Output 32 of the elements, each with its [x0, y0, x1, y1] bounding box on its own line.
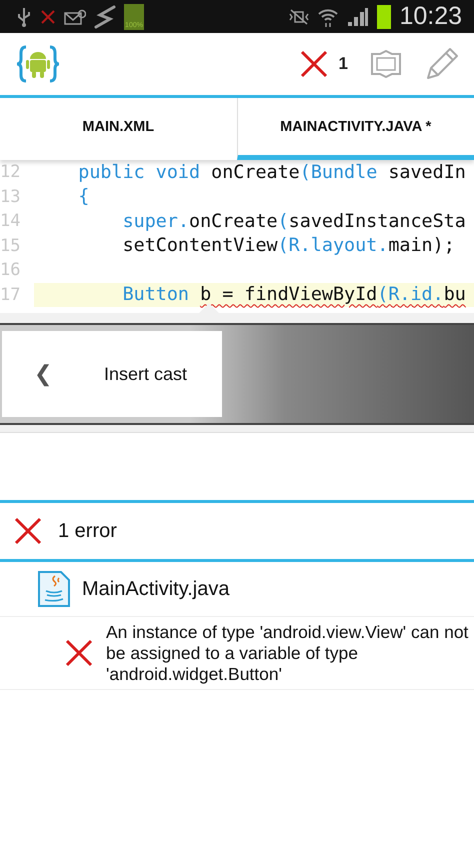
error-icon — [65, 639, 93, 667]
code-line: setContentView(R.layout.main); — [122, 235, 455, 256]
code-line: Button b = findViewById(R.id.bu — [122, 284, 466, 306]
code-line: public void onCreate(Bundle savedIn — [77, 162, 466, 183]
file-tab[interactable]: MAINACTIVITY.JAVA * — [236, 98, 474, 160]
edit-button[interactable] — [424, 46, 460, 82]
code-line: { — [77, 186, 90, 208]
clock-time: 10:23 — [399, 2, 462, 31]
swap-icon — [370, 50, 402, 78]
mute-icon — [289, 8, 310, 26]
android-logo-icon — [16, 45, 60, 83]
error-summary: 1 error — [58, 520, 117, 542]
signal-icon — [347, 6, 370, 26]
swirl-icon — [94, 4, 116, 28]
mail-icon — [64, 8, 86, 24]
swap-button[interactable] — [370, 50, 402, 78]
insert-cast-button[interactable]: ❮ Insert cast — [2, 331, 222, 417]
file-tab[interactable]: MAIN.XML — [0, 98, 236, 160]
code-line: super.onCreate(savedInstanceSta — [122, 210, 466, 232]
back-chevron-icon: ❮ — [34, 361, 52, 387]
cross-icon — [40, 8, 56, 24]
error-icon — [14, 517, 42, 545]
fix-label: Insert cast — [104, 364, 188, 384]
error-message: An instance of type 'android.view.View' can not be assigned to a variable of type 'android.widget.Button' — [106, 622, 470, 684]
error-count-button[interactable]: 1 — [298, 49, 348, 79]
file-row[interactable]: MainActivity.java — [0, 562, 474, 617]
pencil-icon — [424, 46, 460, 82]
battery-icon — [377, 4, 392, 28]
error-icon — [298, 49, 329, 79]
java-file-icon — [38, 571, 70, 607]
error-message-row[interactable]: An instance of type 'android.view.View' can not be assigned to a variable of type 'android.widget.Button' — [0, 617, 474, 690]
usb-icon — [16, 6, 32, 26]
